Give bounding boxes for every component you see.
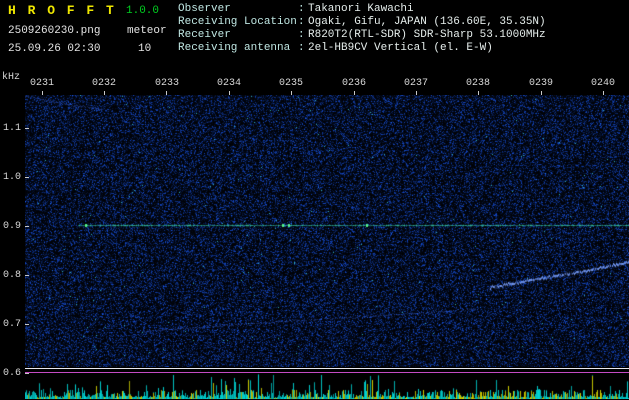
info-row-location: Receiving Location : Ogaki, Gifu, JAPAN …: [178, 16, 546, 29]
hrofft-window: H R O F F T 1.0.0 2509260230.png meteor …: [0, 0, 629, 400]
x-axis-tick: [291, 91, 293, 95]
y-axis-tick: [25, 373, 29, 374]
y-axis-label: 0.7: [2, 319, 21, 330]
y-axis-label: 0.6: [2, 368, 21, 379]
x-axis-tick: [104, 91, 105, 95]
interval-minutes: 10: [138, 43, 152, 55]
info-row-observer: Observer : Takanori Kawachi: [178, 3, 546, 16]
y-axis-unit-label: kHz: [2, 72, 21, 83]
x-axis-label: 0233: [154, 78, 179, 89]
x-axis-label: 0234: [216, 78, 241, 89]
y-axis-label: 0.8: [2, 270, 21, 281]
y-axis-label: 1.0: [2, 172, 21, 183]
info-separator: :: [298, 42, 305, 54]
info-value: 2el-HB9CV Vertical (el. E-W): [308, 42, 493, 54]
y-axis-tick: [25, 177, 29, 178]
output-filename: 2509260230.png: [8, 25, 101, 37]
x-axis-label: 0240: [590, 78, 615, 89]
info-value: Ogaki, Gifu, JAPAN (136.60E, 35.35N): [308, 16, 546, 28]
x-axis-label: 0235: [278, 78, 303, 89]
info-separator: :: [298, 3, 305, 15]
info-row-antenna: Receiving antenna : 2el-HB9CV Vertical (…: [178, 42, 546, 55]
x-axis-tick: [166, 91, 168, 95]
info-label: Receiver: [178, 29, 231, 41]
level-strip-canvas: [25, 373, 629, 399]
y-axis-tick: [25, 128, 29, 129]
timestamp: 25.09.26 02:30: [8, 43, 101, 55]
y-axis-label: 1.1: [2, 123, 21, 134]
y-axis-tick: [25, 226, 29, 227]
y-axis-tick: [25, 324, 29, 325]
info-separator: :: [298, 29, 305, 41]
info-label: Receiving Location: [178, 16, 297, 28]
x-axis-tick: [603, 91, 605, 95]
spectrogram-canvas: [25, 95, 629, 367]
app-version: 1.0.0: [126, 5, 160, 17]
x-axis-tick: [228, 91, 230, 95]
info-row-receiver: Receiver : R820T2(RTL-SDR) SDR-Sharp 53.…: [178, 29, 546, 42]
x-axis-label: 0239: [528, 78, 553, 89]
y-axis-tick: [25, 275, 29, 276]
x-axis-label: 0238: [465, 78, 490, 89]
x-axis-tick: [353, 91, 355, 95]
x-axis-label: 0232: [91, 78, 116, 89]
x-axis-label: 0237: [403, 78, 428, 89]
info-label: Observer: [178, 3, 231, 15]
x-axis-label: 0236: [341, 78, 366, 89]
info-value: R820T2(RTL-SDR) SDR-Sharp 53.1000MHz: [308, 29, 546, 41]
station-info: Observer : Takanori Kawachi Receiving Lo…: [178, 3, 546, 55]
info-value: Takanori Kawachi: [308, 3, 414, 15]
x-axis-label: 0231: [29, 78, 54, 89]
info-label: Receiving antenna: [178, 42, 291, 54]
x-axis-tick: [478, 91, 480, 95]
threshold-line-white: [25, 368, 629, 369]
y-axis-label: 0.9: [2, 221, 21, 232]
app-title: H R O F F T: [8, 3, 116, 18]
x-axis-tick: [416, 91, 417, 95]
mode-label: meteor: [127, 25, 167, 37]
x-axis-tick: [540, 91, 542, 95]
x-axis-tick: [41, 91, 43, 95]
info-separator: :: [298, 16, 305, 28]
